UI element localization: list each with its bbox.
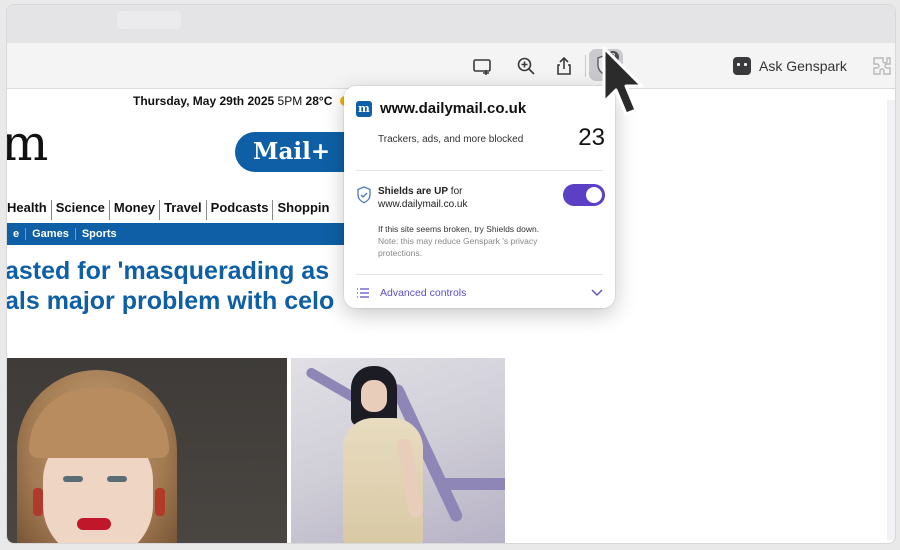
subnav-item[interactable]: e [7, 228, 27, 240]
share-icon[interactable] [551, 53, 577, 79]
temperature-text: 28°C [305, 94, 333, 108]
article-photo[interactable] [291, 358, 505, 543]
cast-icon[interactable] [469, 53, 495, 79]
cursor-icon [602, 46, 644, 116]
dateline: Thursday, May 29th 2025 5PM 28°C [133, 94, 350, 108]
photo-detail [63, 476, 83, 482]
shields-toggle[interactable] [563, 184, 605, 206]
subnav-item-sports[interactable]: Sports [76, 228, 123, 240]
shields-status: Shields are UP for www.dailymail.co.uk [378, 185, 528, 211]
blocked-label: Trackers, ads, and more blocked [378, 134, 524, 145]
photo-detail [33, 488, 43, 516]
advanced-controls-label: Advanced controls [380, 287, 467, 299]
site-logo[interactable]: m [7, 114, 48, 172]
date-text: Thursday, May 29th 2025 [133, 94, 275, 108]
tab[interactable] [117, 11, 181, 29]
headline-line: als major problem with celo [6, 287, 335, 315]
shields-site: www.dailymail.co.uk [378, 199, 468, 210]
article-photo[interactable] [7, 358, 287, 543]
divider [356, 274, 603, 275]
photo-detail [441, 478, 505, 490]
zoom-icon[interactable] [513, 53, 539, 79]
site-favicon: m [356, 100, 372, 117]
nav-item-travel[interactable]: Travel [160, 200, 207, 220]
extension-icon[interactable] [871, 55, 893, 77]
photo-detail [77, 518, 111, 530]
nav-item-money[interactable]: Money [110, 200, 161, 220]
shields-status-label: Shields are UP [378, 186, 449, 197]
subnav-item-games[interactable]: Games [26, 228, 76, 240]
section-nav: Health Science Money Travel Podcasts Sho… [7, 200, 333, 220]
headline-link[interactable]: asted for 'masquerading as als major pro… [6, 256, 335, 316]
ask-genspark-button[interactable]: Ask Genspark [733, 55, 847, 77]
panel-site-header: m www.dailymail.co.uk [356, 100, 526, 117]
nav-item-shopping[interactable]: Shoppin [273, 200, 333, 220]
chevron-down-icon[interactable] [591, 289, 603, 297]
photo-detail [361, 380, 387, 412]
page-edge [887, 100, 895, 540]
time-text: 5PM [277, 94, 303, 108]
shield-icon [357, 186, 371, 204]
toolbar-divider [585, 55, 586, 77]
nav-item-science[interactable]: Science [52, 200, 110, 220]
privacy-note: Note: this may reduce Genspark 's privac… [378, 236, 538, 258]
list-icon [357, 288, 369, 298]
site-domain: www.dailymail.co.uk [380, 100, 527, 117]
shields-for-text: for [448, 186, 463, 197]
broken-site-hint: If this site seems broken, try Shields d… [378, 224, 540, 234]
photo-detail [107, 476, 127, 482]
nav-item-podcasts[interactable]: Podcasts [207, 200, 274, 220]
genspark-icon [733, 57, 751, 75]
ask-genspark-label: Ask Genspark [759, 58, 847, 74]
toggle-knob [586, 187, 602, 203]
divider [356, 170, 603, 171]
nav-item-health[interactable]: Health [7, 200, 52, 220]
tab-bar [7, 5, 895, 43]
headline-line: asted for 'masquerading as [6, 257, 330, 285]
blocked-count[interactable]: 23 [578, 124, 605, 152]
toolbar: 3 Ask Genspark [7, 43, 895, 89]
shields-panel: m www.dailymail.co.uk Trackers, ads, and… [344, 86, 615, 308]
photo-detail [155, 488, 165, 516]
advanced-controls-row[interactable]: Advanced controls [356, 285, 603, 301]
